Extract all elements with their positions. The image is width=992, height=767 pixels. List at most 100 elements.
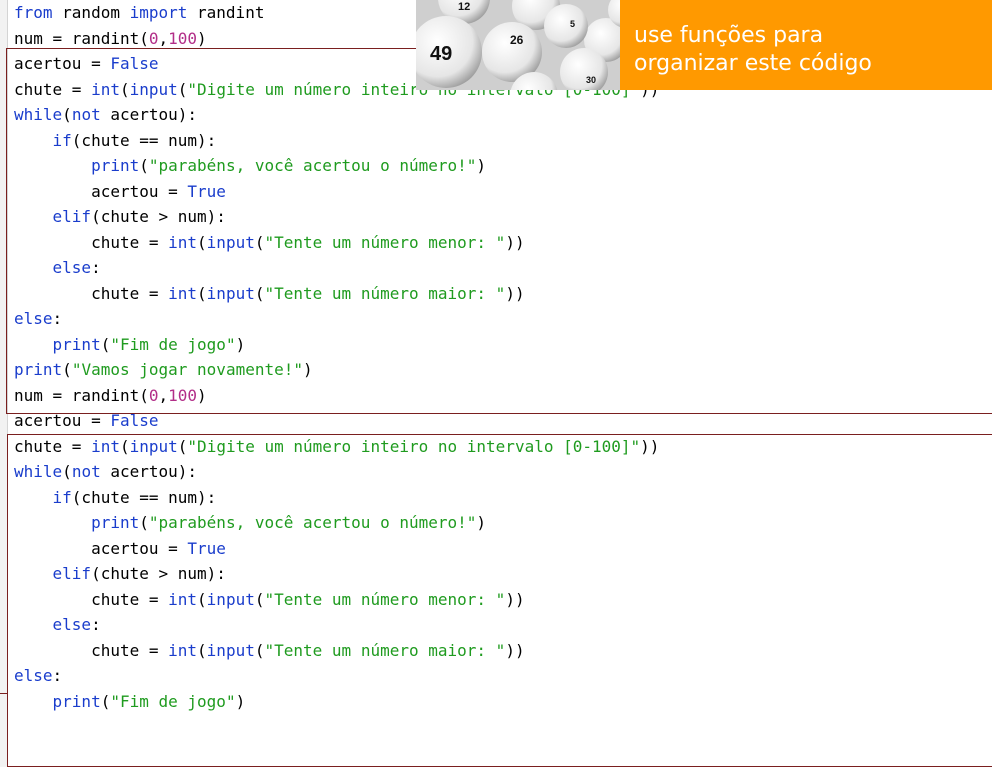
code-token: input (129, 79, 178, 99)
ball-number: 30 (586, 75, 596, 85)
code-line: else: (14, 255, 659, 281)
code-token: ) (235, 334, 246, 354)
code-token: else (52, 258, 92, 277)
code-token: "Digite um número inteiro no intervalo [… (187, 436, 641, 456)
code-token: while (14, 105, 63, 124)
code-token: "parabéns, você acertou o número!" (148, 513, 477, 532)
code-token: print (91, 513, 140, 532)
code-line: if(chute == num): (14, 485, 659, 511)
code-token: 100 (168, 385, 198, 405)
code-token: ) (197, 28, 207, 48)
code-token: )) (505, 232, 525, 252)
ball-5-shape (544, 4, 588, 48)
code-token: "Tente um número menor: " (264, 589, 506, 609)
code-line: acertou = True (14, 179, 659, 205)
code-token: "Fim de jogo" (110, 334, 236, 354)
code-token: )) (505, 589, 525, 609)
code-line: chute = int(input("Tente um número menor… (14, 587, 659, 613)
code-token: ) (476, 513, 487, 532)
code-token: , (158, 28, 169, 48)
code-line: else: (14, 306, 659, 332)
code-token: int (91, 436, 120, 456)
code-token: (chute == num): (71, 130, 217, 150)
code-token: : (91, 615, 101, 634)
code-line: print("parabéns, você acertou o número!"… (14, 153, 659, 179)
code-token: )) (505, 283, 525, 303)
code-token: ( (119, 79, 130, 99)
code-line: while(not acertou): (14, 102, 659, 128)
code-token: print (52, 691, 101, 711)
code-token: "Tente um número maior: " (264, 640, 506, 660)
code-token: else (52, 615, 92, 634)
code-line: elif(chute > num): (14, 204, 659, 230)
editor-gutter (0, 0, 8, 767)
code-token: elif (52, 564, 92, 583)
code-token: 0 (148, 385, 159, 405)
code-token: ( (62, 105, 72, 124)
code-token: ( (100, 334, 111, 354)
code-token: chute = (14, 640, 169, 660)
code-token: input (206, 232, 255, 252)
code-token: int (168, 283, 198, 303)
code-line: chute = int(input("Tente um número menor… (14, 230, 659, 256)
code-token: if (52, 487, 72, 507)
ball-number: 26 (510, 33, 524, 47)
code-token: from (14, 3, 53, 22)
code-token: ( (197, 589, 207, 609)
code-line: while(not acertou): (14, 459, 659, 485)
code-token: )) (505, 640, 525, 660)
code-token: input (206, 640, 255, 660)
code-token: int (91, 79, 120, 99)
code-token: )) (640, 436, 660, 456)
code-token: int (168, 640, 198, 660)
code-token: input (206, 589, 255, 609)
code-token: ) (197, 385, 207, 405)
code-token: 0 (148, 28, 159, 48)
code-token: chute = (14, 79, 92, 99)
code-token: False (110, 54, 159, 73)
instruction-banner: use funções para organizar este código (620, 0, 992, 90)
code-token: chute = (14, 283, 169, 303)
code-token: int (168, 232, 198, 252)
code-token: ( (119, 436, 130, 456)
code-token: 100 (168, 28, 198, 48)
code-line: else: (14, 663, 659, 689)
code-token: ( (62, 462, 72, 481)
code-token: input (206, 283, 255, 303)
code-token: (chute > num): (91, 564, 226, 583)
code-token: import (129, 3, 188, 22)
code-token: ) (476, 156, 487, 175)
code-token: input (129, 436, 178, 456)
code-token: ) (235, 691, 246, 711)
code-listing: from random import randint num = randint(… (14, 0, 659, 714)
code-line: print("Vamos jogar novamente!") (14, 357, 659, 383)
code-token: False (110, 411, 159, 430)
code-token: : (52, 309, 63, 328)
code-token: ( (139, 513, 149, 532)
code-token: num = randint( (14, 28, 149, 48)
code-token: while (14, 462, 63, 481)
code-line: print("Fim de jogo") (14, 332, 659, 358)
code-token: True (187, 538, 226, 558)
ball-number: 5 (570, 19, 575, 29)
code-token: chute = (14, 436, 92, 456)
instruction-text: use funções para organizar este código (634, 23, 872, 76)
code-token: else (14, 309, 53, 328)
code-token: print (91, 156, 140, 175)
code-line: if(chute == num): (14, 128, 659, 154)
code-line: print("parabéns, você acertou o número!"… (14, 510, 659, 536)
code-token: ( (197, 640, 207, 660)
code-token: ( (197, 283, 207, 303)
code-line: print("Fim de jogo") (14, 689, 659, 715)
code-token: if (52, 130, 72, 150)
code-token: "Fim de jogo" (110, 691, 236, 711)
code-line: else: (14, 612, 659, 638)
code-line: acertou = True (14, 536, 659, 562)
code-line: chute = int(input("Digite um número inte… (14, 434, 659, 460)
